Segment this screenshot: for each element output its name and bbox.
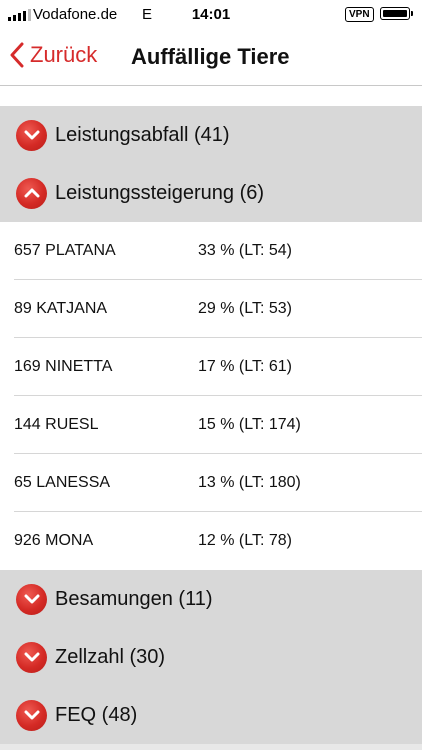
chevron-down-icon — [16, 583, 47, 615]
battery-icon — [380, 7, 413, 20]
chevron-down-icon — [16, 641, 47, 673]
page-title: Auffällige Tiere — [131, 44, 290, 69]
animal-name: 65 LANESSA — [14, 474, 111, 491]
section-label: Besamungen (11) — [55, 587, 213, 610]
section-header-leistungsabfall[interactable]: Leistungsabfall (41) — [0, 106, 422, 164]
animal-value: 33 % (LT: 54) — [198, 242, 292, 259]
animal-value: 13 % (LT: 180) — [198, 474, 301, 491]
status-bar: Vodafone.de E 14:01 VPN — [0, 0, 422, 30]
vpn-badge: VPN — [345, 7, 374, 22]
section-header-zellzahl[interactable]: Zellzahl (30) — [0, 628, 422, 686]
section-header-leistungssteigerung[interactable]: Leistungssteigerung (6) — [0, 164, 422, 222]
list-item[interactable]: 144 RUESL 15 % (LT: 174) — [0, 396, 422, 454]
section-label: Zellzahl (30) — [55, 645, 166, 668]
list-item[interactable]: 89 KATJANA 29 % (LT: 53) — [0, 280, 422, 338]
animal-value: 15 % (LT: 174) — [198, 416, 301, 433]
animal-name: 144 RUESL — [14, 416, 99, 433]
list-item[interactable]: 169 NINETTA 17 % (LT: 61) — [0, 338, 422, 396]
section-label: Leistungssteigerung (6) — [55, 181, 265, 204]
animal-name: 657 PLATANA — [14, 242, 116, 259]
animal-name: 89 KATJANA — [14, 300, 108, 317]
list-item[interactable]: 926 MONA 12 % (LT: 78) — [0, 512, 422, 570]
chevron-left-icon — [10, 42, 24, 68]
section-header-besamungen[interactable]: Besamungen (11) — [0, 570, 422, 628]
chevron-up-icon — [16, 177, 47, 209]
section-label: Leistungsabfall (41) — [55, 123, 230, 146]
list-item[interactable]: 65 LANESSA 13 % (LT: 180) — [0, 454, 422, 512]
animal-name: 169 NINETTA — [14, 358, 113, 375]
animal-value: 17 % (LT: 61) — [198, 358, 292, 375]
chevron-down-icon — [16, 699, 47, 731]
section-label: FEQ (48) — [55, 703, 138, 726]
animal-value: 12 % (LT: 78) — [198, 532, 292, 549]
animal-name: 926 MONA — [14, 532, 94, 549]
chevron-down-icon — [16, 119, 47, 151]
back-button[interactable]: Zurück — [10, 42, 97, 68]
bottom-divider — [0, 744, 422, 750]
animal-value: 29 % (LT: 53) — [198, 300, 292, 317]
section-header-feq[interactable]: FEQ (48) — [0, 686, 422, 744]
navigation-bar: Zurück Auffällige Tiere — [0, 30, 422, 86]
back-label: Zurück — [30, 42, 98, 67]
spacer — [0, 86, 422, 106]
list-item[interactable]: 657 PLATANA 33 % (LT: 54) — [0, 222, 422, 280]
